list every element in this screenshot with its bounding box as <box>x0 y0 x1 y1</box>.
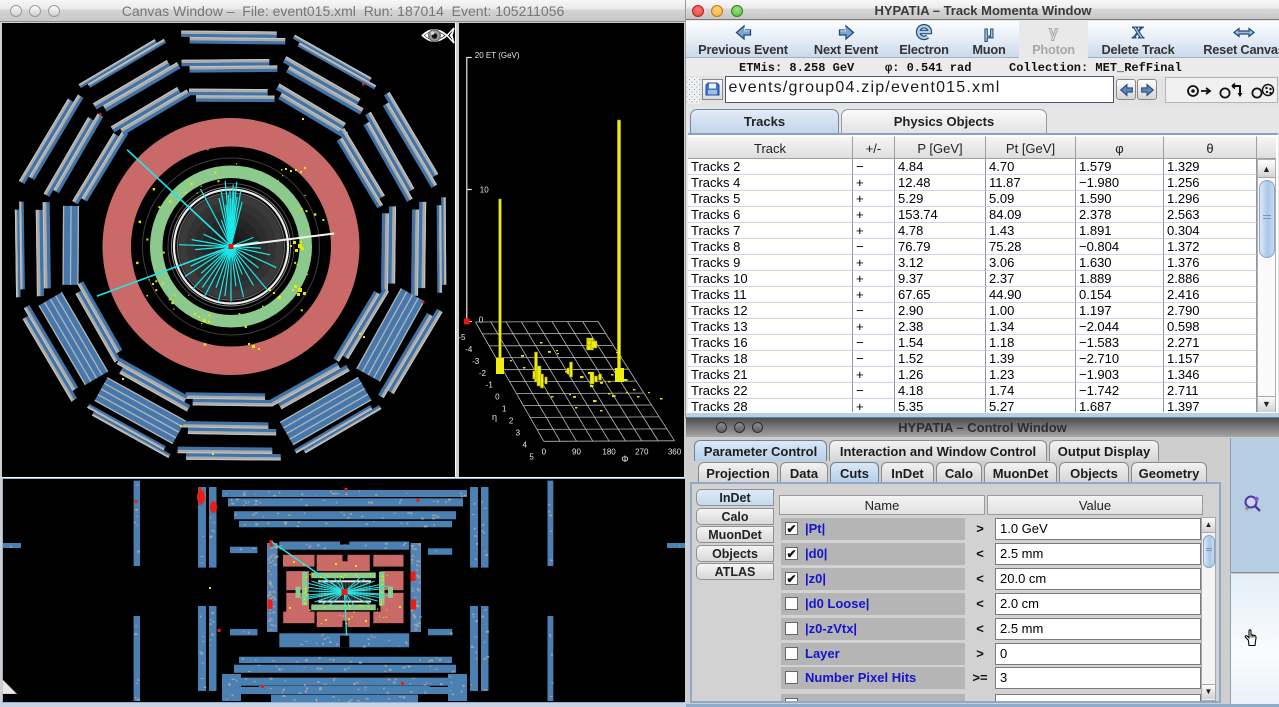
svg-text:4: 4 <box>523 440 528 449</box>
svg-text:2: 2 <box>509 417 514 426</box>
svg-text:-5: -5 <box>459 333 466 342</box>
svg-text:-2: -2 <box>479 369 487 378</box>
svg-text:η: η <box>492 412 497 422</box>
svg-text:5: 5 <box>529 452 534 461</box>
svg-text:270: 270 <box>635 447 649 456</box>
svg-text:0: 0 <box>495 393 500 402</box>
svg-text:180: 180 <box>602 447 616 456</box>
svg-text:20 ET (GeV): 20 ET (GeV) <box>475 51 520 60</box>
svg-text:-4: -4 <box>465 345 473 354</box>
svg-text:0: 0 <box>542 447 547 456</box>
svg-text:360: 360 <box>668 447 682 456</box>
svg-text:-1: -1 <box>486 381 494 390</box>
svg-text:-3: -3 <box>472 357 480 366</box>
svg-text:10: 10 <box>480 186 489 195</box>
svg-text:1: 1 <box>502 405 507 414</box>
svg-text:Φ: Φ <box>621 454 628 464</box>
svg-text:90: 90 <box>572 447 581 456</box>
svg-text:0: 0 <box>479 316 484 325</box>
svg-text:3: 3 <box>516 428 521 437</box>
